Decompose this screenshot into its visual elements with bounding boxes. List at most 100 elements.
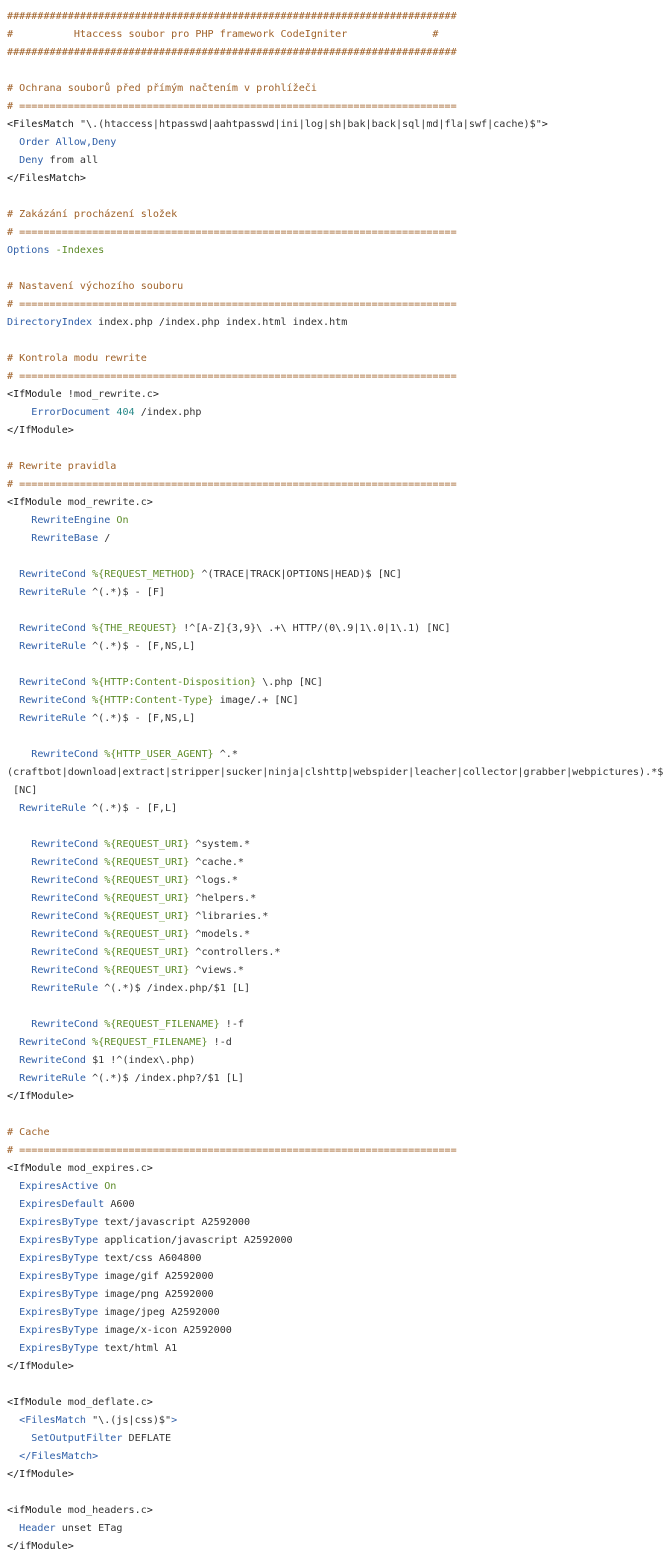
code-line: </IfModule>: [7, 1358, 664, 1376]
code-token: Header: [7, 1523, 62, 1534]
code-token: Deny: [7, 155, 50, 166]
code-token: ########################################…: [7, 47, 457, 58]
code-token: # ======================================…: [7, 371, 457, 382]
code-token: ErrorDocument: [7, 407, 117, 418]
code-line: RewriteCond %{THE_REQUEST} !^[A-Z]{3,9}\…: [7, 620, 664, 638]
code-line: RewriteRule ^(.*)$ - [F,NS,L]: [7, 710, 664, 728]
code-token: RewriteEngine: [7, 515, 117, 526]
code-token: ^(.*)$ - [F]: [92, 587, 166, 598]
code-token: %{HTTP:Content-Type}: [92, 695, 214, 706]
code-token: from all: [49, 155, 99, 166]
code-token: 404: [116, 407, 135, 418]
code-token: # ======================================…: [7, 479, 457, 490]
code-line: RewriteRule ^(.*)$ /index.php/$1 [L]: [7, 980, 664, 998]
code-line: RewriteCond %{REQUEST_FILENAME} !-d: [7, 1034, 664, 1052]
code-token: On: [104, 1181, 117, 1192]
code-token: ^(.*)$ /index.php?/$1 [L]: [92, 1073, 245, 1084]
code-line: ExpiresByType image/png A2592000: [7, 1286, 664, 1304]
code-token: RewriteCond: [7, 911, 105, 922]
code-line: RewriteCond %{REQUEST_URI} ^helpers.*: [7, 890, 664, 908]
code-token: ExpiresByType: [7, 1343, 105, 1354]
code-token: text/css A604800: [104, 1253, 202, 1264]
code-token: "\.(htaccess|htpasswd|aahtpasswd|ini|log…: [79, 119, 542, 130]
code-line: RewriteCond %{REQUEST_METHOD} ^(TRACE|TR…: [7, 566, 664, 584]
code-token: # Kontrola modu rewrite: [7, 353, 147, 364]
code-token: ExpiresByType: [7, 1217, 105, 1228]
code-line: # ======================================…: [7, 476, 664, 494]
code-token: ExpiresActive: [7, 1181, 105, 1192]
code-line: <IfModule mod_deflate.c>: [7, 1394, 664, 1412]
code-line: # Kontrola modu rewrite: [7, 350, 664, 368]
code-token: ExpiresByType: [7, 1307, 105, 1318]
code-token: ExpiresDefault: [7, 1199, 111, 1210]
code-token: RewriteCond: [7, 965, 105, 976]
code-token: # ======================================…: [7, 101, 457, 112]
code-token: ^views.*: [189, 965, 245, 976]
code-line: # ======================================…: [7, 98, 664, 116]
code-token: RewriteCond: [7, 569, 93, 580]
code-token: RewriteCond: [7, 677, 93, 688]
code-line: <IfModule !mod_rewrite.c>: [7, 386, 664, 404]
code-line: ExpiresByType image/jpeg A2592000: [7, 1304, 664, 1322]
code-token: ^(.*)$ - [F,NS,L]: [92, 641, 196, 652]
code-line: Deny from all: [7, 152, 664, 170]
code-token: DirectoryIndex: [7, 317, 99, 328]
code-token: %{REQUEST_FILENAME}: [92, 1037, 208, 1048]
code-line: </ifModule>: [7, 1538, 664, 1556]
code-line: Options -Indexes: [7, 242, 664, 260]
code-token: application/javascript A2592000: [104, 1235, 293, 1246]
code-line: # ======================================…: [7, 224, 664, 242]
code-token: </IfModule>: [7, 1091, 74, 1102]
code-token: RewriteCond: [7, 1019, 105, 1030]
code-line: RewriteCond $1 !^(index\.php): [7, 1052, 664, 1070]
code-line: RewriteCond %{HTTP:Content-Type} image/.…: [7, 692, 664, 710]
code-token: RewriteCond: [7, 749, 105, 760]
code-token: ^system.*: [189, 839, 251, 850]
code-line: ########################################…: [7, 44, 664, 62]
code-token: %{REQUEST_METHOD}: [92, 569, 196, 580]
code-token: ExpiresByType: [7, 1271, 105, 1282]
code-token: ^(TRACE|TRACK|OPTIONS|HEAD)$ [NC]: [195, 569, 403, 580]
code-token: # ======================================…: [7, 1145, 457, 1156]
code-token: <IfModule: [7, 497, 68, 508]
code-token: image/x-icon A2592000: [104, 1325, 232, 1336]
code-line: <FilesMatch "\.(js|css)$">: [7, 1412, 664, 1430]
code-token: <FilesMatch: [7, 1415, 93, 1426]
code-token: </IfModule>: [7, 425, 74, 436]
code-token: ^.*: [213, 749, 238, 760]
code-line: # Rewrite pravidla: [7, 458, 664, 476]
code-token: RewriteCond: [7, 929, 105, 940]
code-line: # Ochrana souborů před přímým načtením v…: [7, 80, 664, 98]
code-line: RewriteEngine On: [7, 512, 664, 530]
code-token: <IfModule: [7, 1397, 68, 1408]
code-token: text/javascript A2592000: [104, 1217, 251, 1228]
code-token: # Nastavení výchozího souboru: [7, 281, 184, 292]
code-token: >: [146, 497, 153, 508]
code-token: ^cache.*: [189, 857, 245, 868]
code-line: ExpiresActive On: [7, 1178, 664, 1196]
code-token: <IfModule: [7, 1163, 68, 1174]
code-token: ExpiresByType: [7, 1325, 105, 1336]
code-token: !^[A-Z]{3,9}\ .+\ HTTP/(0\.9|1\.0|1\.1) …: [177, 623, 451, 634]
code-token: !-d: [207, 1037, 232, 1048]
code-line: ExpiresByType image/x-icon A2592000: [7, 1322, 664, 1340]
code-token: # Htaccess soubor pro PHP framework Code…: [7, 29, 439, 40]
code-token: %{REQUEST_URI}: [104, 929, 190, 940]
code-line: RewriteCond %{REQUEST_URI} ^models.*: [7, 926, 664, 944]
code-token: %{REQUEST_URI}: [104, 839, 190, 850]
code-line: RewriteRule ^(.*)$ - [F,NS,L]: [7, 638, 664, 656]
code-line: ErrorDocument 404 /index.php: [7, 404, 664, 422]
code-token: unset ETag: [61, 1523, 123, 1534]
code-token: !-f: [219, 1019, 245, 1030]
code-line: <FilesMatch "\.(htaccess|htpasswd|aahtpa…: [7, 116, 664, 134]
code-token: Order Allow,Deny: [7, 137, 117, 148]
code-line: ExpiresByType application/javascript A25…: [7, 1232, 664, 1250]
code-token: RewriteCond: [7, 623, 93, 634]
code-token: RewriteRule: [7, 983, 105, 994]
